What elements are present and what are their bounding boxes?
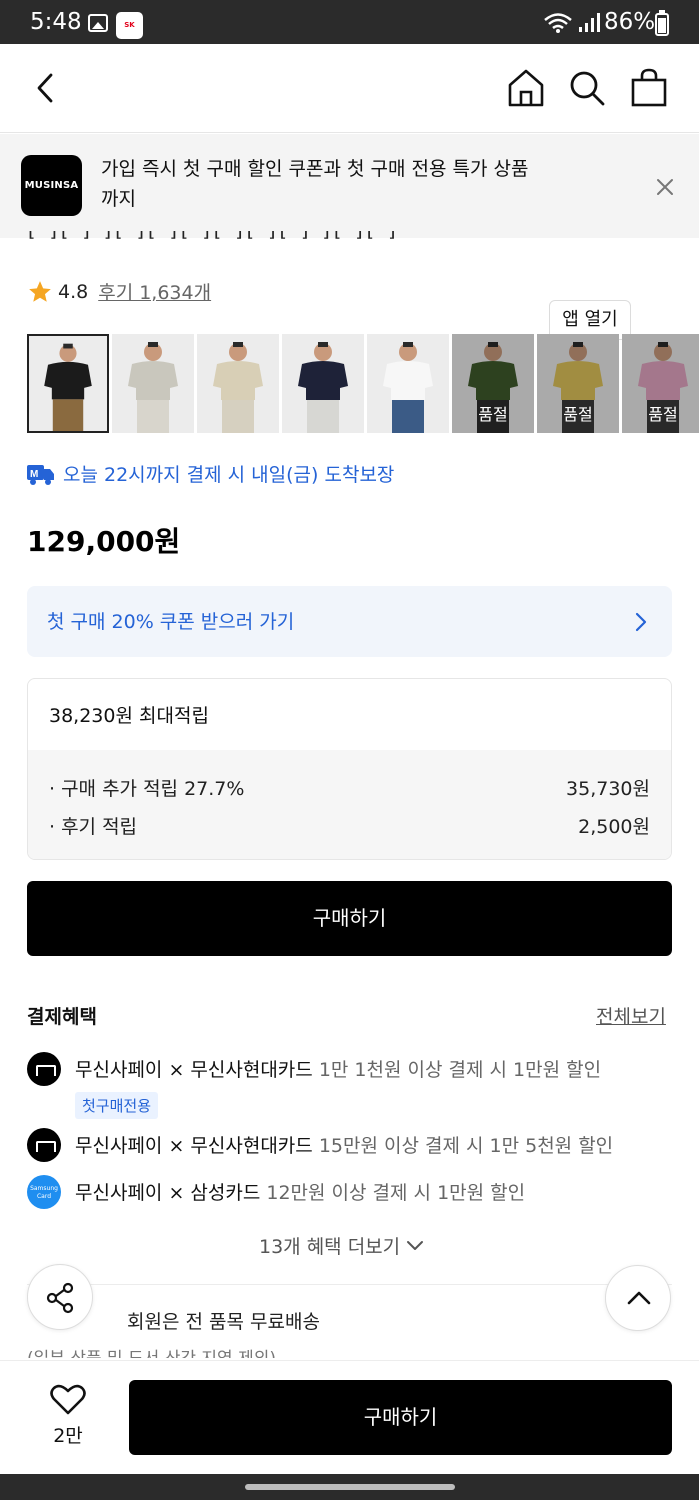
sticky-buy-button[interactable]: 구매하기 bbox=[129, 1380, 672, 1455]
benefit-name: 무신사페이 × 무신사현대카드 bbox=[75, 1135, 313, 1157]
status-time: 5:48 bbox=[30, 9, 82, 35]
buy-button[interactable]: 구매하기 bbox=[27, 881, 672, 956]
points-row: · 후기 적립 2,500원 bbox=[49, 812, 650, 839]
bottom-action-bar: 2만 구매하기 bbox=[0, 1360, 699, 1474]
more-benefits-button[interactable]: 13개 혜택 더보기 bbox=[259, 1232, 424, 1259]
heart-icon bbox=[50, 1384, 86, 1415]
model-photo bbox=[112, 334, 194, 433]
chevron-up-icon bbox=[627, 1291, 651, 1305]
product-price: 129,000원 bbox=[27, 525, 181, 558]
benefit-condition: 12만원 이상 결제 시 1만원 할인 bbox=[266, 1182, 526, 1204]
product-thumbnail[interactable]: 품절 bbox=[622, 334, 699, 433]
like-count: 2만 bbox=[53, 1425, 83, 1447]
delivery-guarantee: M 오늘 22시까지 결제 시 내일(금) 도착보장 bbox=[27, 460, 394, 487]
back-button[interactable] bbox=[25, 66, 69, 110]
app-install-banner: MUSINSA 가입 즉시 첫 구매 할인 쿠폰과 첫 구매 전용 특가 상품까… bbox=[0, 134, 699, 340]
benefit-text: 무신사페이 × 삼성카드 12만원 이상 결제 시 1만원 할인 bbox=[75, 1178, 525, 1205]
system-navigation-bar bbox=[0, 1474, 699, 1500]
first-purchase-coupon-button[interactable]: 첫 구매 20% 쿠폰 받으러 가기 bbox=[27, 586, 672, 657]
product-title-fragment: [ ][ ] ][ ][ ][ ][ ][ ][ ] ][ ][ ] bbox=[28, 231, 628, 243]
product-thumbnail[interactable] bbox=[112, 334, 194, 433]
hyundai-card-icon bbox=[27, 1128, 61, 1162]
search-icon bbox=[570, 71, 605, 106]
coupon-label: 첫 구매 20% 쿠폰 받으러 가기 bbox=[47, 611, 295, 633]
shipping-text: 회원은 전 품목 무료배송 bbox=[127, 1311, 320, 1333]
product-thumbnail[interactable]: 품절 bbox=[452, 334, 534, 433]
status-bar: 5:48 SK store 86% bbox=[0, 0, 699, 56]
home-button[interactable] bbox=[504, 66, 548, 110]
product-thumbnail[interactable]: 품절 bbox=[537, 334, 619, 433]
delivery-truck-icon: M bbox=[27, 464, 54, 485]
model-photo bbox=[367, 334, 449, 433]
samsung-card-icon: Samsung Card bbox=[27, 1175, 61, 1209]
section-divider bbox=[27, 1284, 672, 1285]
signal-icon bbox=[579, 13, 600, 32]
product-thumbnail[interactable] bbox=[282, 334, 364, 433]
benefit-condition: 1만 1천원 이상 결제 시 1만원 할인 bbox=[318, 1059, 602, 1081]
sk-store-notification-icon: SK store bbox=[116, 12, 143, 56]
points-row: · 구매 추가 적립 27.7% 35,730원 bbox=[49, 774, 650, 801]
sold-out-label: 품절 bbox=[563, 405, 593, 424]
hyundai-card-icon bbox=[27, 1052, 61, 1086]
first-purchase-tag: 첫구매전용 bbox=[75, 1092, 159, 1119]
delivery-text: 오늘 22시까지 결제 시 내일(금) 도착보장 bbox=[63, 464, 395, 486]
top-navigation bbox=[0, 44, 699, 133]
sold-out-label: 품절 bbox=[648, 405, 678, 424]
points-row-label: · 구매 추가 적립 27.7% bbox=[49, 778, 245, 800]
product-thumbnail[interactable] bbox=[367, 334, 449, 433]
wifi-icon bbox=[544, 13, 572, 33]
rating-row: 4.8 후기 1,634개 bbox=[27, 278, 211, 305]
rating-score: 4.8 bbox=[58, 280, 89, 303]
benefit-text: 무신사페이 × 무신사현대카드 1만 1천원 이상 결제 시 1만원 할인 bbox=[75, 1055, 601, 1082]
share-icon bbox=[46, 1282, 74, 1314]
battery-icon bbox=[655, 10, 669, 36]
points-row-amount: 2,500원 bbox=[578, 816, 650, 838]
like-button[interactable]: 2만 bbox=[45, 1383, 91, 1448]
gallery-notification-icon bbox=[88, 14, 108, 32]
star-icon bbox=[29, 280, 51, 302]
points-box: 38,230원 최대적립 · 구매 추가 적립 27.7% 35,730원 · … bbox=[27, 678, 672, 860]
chevron-right-icon bbox=[635, 612, 647, 632]
share-button[interactable] bbox=[27, 1264, 93, 1330]
view-all-link[interactable]: 전체보기 bbox=[596, 1002, 666, 1029]
home-icon bbox=[508, 69, 544, 107]
max-points: 38,230원 최대적립 bbox=[49, 705, 209, 727]
model-photo bbox=[29, 336, 107, 431]
benefit-name: 무신사페이 × 무신사현대카드 bbox=[75, 1059, 313, 1081]
sold-out-label: 품절 bbox=[478, 405, 508, 424]
chevron-down-icon bbox=[407, 1240, 424, 1250]
back-icon bbox=[37, 73, 53, 103]
svg-text:M: M bbox=[30, 469, 38, 480]
scroll-top-button[interactable] bbox=[605, 1265, 671, 1331]
points-breakdown: · 구매 추가 적립 27.7% 35,730원 · 후기 적립 2,500원 bbox=[28, 750, 671, 859]
search-button[interactable] bbox=[565, 66, 609, 110]
points-row-amount: 35,730원 bbox=[566, 778, 650, 800]
musinsa-logo: MUSINSA bbox=[21, 155, 82, 216]
benefit-condition: 15만원 이상 결제 시 1만 5천원 할인 bbox=[318, 1135, 614, 1157]
home-gesture-handle[interactable] bbox=[245, 1484, 455, 1490]
benefit-name: 무신사페이 × 삼성카드 bbox=[75, 1182, 261, 1204]
shopping-bag-icon bbox=[631, 68, 667, 107]
banner-message: 가입 즉시 첫 구매 할인 쿠폰과 첫 구매 전용 특가 상품까지 bbox=[101, 158, 529, 210]
points-row-label: · 후기 적립 bbox=[49, 816, 138, 838]
reviews-link[interactable]: 후기 1,634개 bbox=[98, 278, 211, 305]
shipping-note: (일부 상품 및 도서 산간 지역 제외) bbox=[27, 1344, 276, 1358]
model-photo bbox=[197, 334, 279, 433]
benefit-text: 무신사페이 × 무신사현대카드 15만원 이상 결제 시 1만 5천원 할인 bbox=[75, 1131, 613, 1158]
payment-benefits-title: 결제혜택 bbox=[27, 1006, 97, 1028]
close-icon[interactable] bbox=[652, 174, 678, 200]
more-benefits-label: 13개 혜택 더보기 bbox=[259, 1236, 401, 1258]
product-thumbnail[interactable] bbox=[27, 334, 109, 433]
product-thumbnail[interactable] bbox=[197, 334, 279, 433]
color-thumbnails: 품절 품절 품절 bbox=[27, 334, 699, 434]
battery-percentage: 86% bbox=[604, 9, 656, 35]
model-photo bbox=[282, 334, 364, 433]
cart-button[interactable] bbox=[627, 66, 671, 110]
